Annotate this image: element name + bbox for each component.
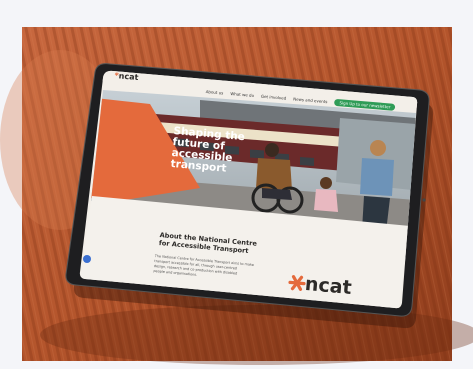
hero-title: Shaping the future of accessible transpo… bbox=[170, 125, 246, 175]
footer-logo: ncat bbox=[304, 273, 353, 299]
photo bbox=[0, 0, 473, 369]
nav-item-what-we-do[interactable]: What we do bbox=[230, 91, 254, 98]
nav-item-get-involved[interactable]: Get involved bbox=[261, 94, 287, 101]
nav-item-about[interactable]: About us bbox=[205, 89, 223, 95]
